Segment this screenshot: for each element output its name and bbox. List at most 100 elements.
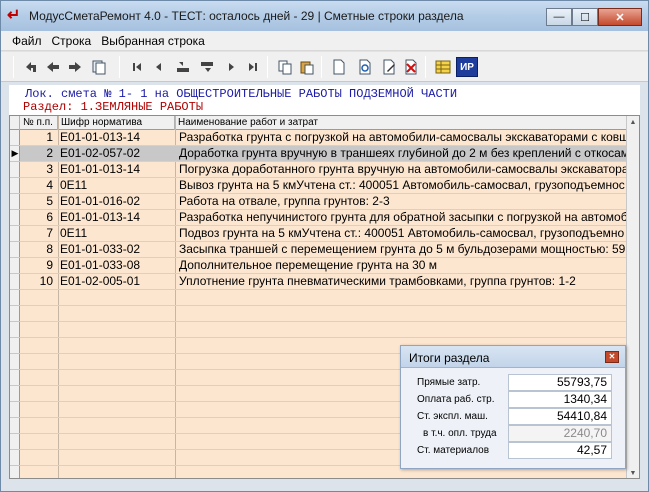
close-button[interactable]: ✕: [598, 8, 642, 26]
row-indicator[interactable]: [10, 338, 20, 354]
row-name: Вывоз грунта на 5 кмУчтена ст.: 400051 А…: [179, 178, 625, 192]
totals-label: Ст. экспл. маш.: [417, 411, 488, 422]
table-row[interactable]: 7 0Е11 Подвоз грунта на 5 кмУчтена ст.: 40…: [20, 226, 627, 242]
arrow-left-icon[interactable]: [43, 57, 63, 77]
vertical-scrollbar[interactable]: ▲ ▼: [626, 116, 639, 478]
row-indicator[interactable]: [10, 306, 20, 322]
row-indicator[interactable]: [10, 434, 20, 450]
row-indicator[interactable]: [10, 210, 20, 226]
totals-label: в т.ч. опл. труда: [423, 428, 497, 439]
copy-icon[interactable]: [275, 57, 295, 77]
current-row-marker-icon[interactable]: ▶: [10, 146, 20, 162]
row-number: 5: [46, 194, 53, 208]
menu-row[interactable]: Строка: [47, 34, 97, 48]
copy-doc-icon[interactable]: [89, 57, 109, 77]
row-indicator[interactable]: [10, 450, 20, 466]
row-name: Работа на отвале, группа грунтов: 2-3: [179, 194, 390, 208]
toolbar-separator: [13, 56, 14, 78]
row-code: Е01-01-016-02: [60, 194, 141, 208]
totals-value: 2240,70: [508, 425, 612, 442]
minimize-button[interactable]: —: [546, 8, 572, 26]
row-code: Е01-01-013-14: [60, 130, 141, 144]
row-indicator[interactable]: [10, 402, 20, 418]
totals-title: Итоги раздела: [409, 351, 490, 365]
row-indicator[interactable]: [10, 258, 20, 274]
totals-title-bar[interactable]: Итоги раздела ✕: [401, 346, 625, 368]
paste-icon[interactable]: [297, 57, 317, 77]
totals-value: 55793,75: [508, 374, 612, 391]
find-doc-icon[interactable]: [355, 57, 375, 77]
estimate-header: Лок. смета № 1- 1 на ОБЩЕСТРОИТЕЛЬНЫЕ РА…: [9, 85, 640, 115]
menu-selected-row[interactable]: Выбранная строка: [96, 34, 210, 48]
next-icon[interactable]: [221, 57, 241, 77]
row-code: Е01-01-033-08: [60, 258, 141, 272]
page-next-icon[interactable]: [197, 57, 217, 77]
row-indicator[interactable]: [10, 370, 20, 386]
row-name: Уплотнение грунта пневматическими трамбо…: [179, 274, 576, 288]
title-bar[interactable]: ↵ МодусСметаРемонт 4.0 - ТЕСТ: осталось …: [1, 1, 648, 31]
toolbar-separator: [321, 56, 322, 78]
row-indicator[interactable]: [10, 162, 20, 178]
delete-doc-icon[interactable]: [401, 57, 421, 77]
row-indicator[interactable]: [10, 242, 20, 258]
header-num[interactable]: № п.п.: [20, 116, 58, 130]
table-row[interactable]: [20, 290, 627, 306]
row-name: Доработка грунта вручную в траншеях глуб…: [179, 146, 627, 160]
scroll-down-icon[interactable]: ▼: [627, 467, 639, 478]
maximize-button[interactable]: ☐: [572, 8, 598, 26]
totals-label: Прямые затр.: [417, 377, 481, 388]
table-row[interactable]: 10 Е01-02-005-01 Уплотнение грунта пневмат…: [20, 274, 627, 290]
row-indicator[interactable]: [10, 194, 20, 210]
table-row[interactable]: [20, 306, 627, 322]
row-indicator[interactable]: [10, 322, 20, 338]
page-prev-icon[interactable]: [173, 57, 193, 77]
table-row[interactable]: 4 0Е11 Вывоз грунта на 5 кмУчтена ст.: 400…: [20, 178, 627, 194]
toolbar-separator: [267, 56, 268, 78]
window-title: МодусСметаРемонт 4.0 - ТЕСТ: осталось дн…: [29, 9, 464, 23]
table-icon[interactable]: [433, 57, 453, 77]
totals-label: Ст. материалов: [417, 445, 490, 456]
totals-label: Оплата раб. стр.: [417, 394, 495, 405]
row-number: 6: [46, 210, 53, 224]
menu-file[interactable]: Файл: [7, 34, 47, 48]
table-row[interactable]: 6 Е01-01-013-14 Разработка непучинистого г…: [20, 210, 627, 226]
toolbar-separator: [119, 56, 120, 78]
menu-bar: Файл Строка Выбранная строка: [1, 31, 648, 51]
row-code: Е01-02-057-02: [60, 146, 141, 160]
ip-icon[interactable]: ИР: [456, 57, 478, 77]
header-code[interactable]: Шифр норматива: [58, 116, 175, 130]
row-indicator[interactable]: [10, 274, 20, 290]
arrow-right-icon[interactable]: [65, 57, 85, 77]
table-row[interactable]: 9 Е01-01-033-08 Дополнительное перемещение…: [20, 258, 627, 274]
row-name: Дополнительное перемещение грунта на 30 …: [179, 258, 438, 272]
table-row[interactable]: 8 Е01-01-033-02 Засыпка траншей с перемеще…: [20, 242, 627, 258]
table-row[interactable]: 1 Е01-01-013-14 Разработка грунта с погруз…: [20, 130, 627, 146]
row-indicator[interactable]: [10, 418, 20, 434]
row-name: Разработка грунта с погрузкой на автомоб…: [179, 130, 627, 144]
row-indicator[interactable]: [10, 130, 20, 146]
row-code: Е01-01-033-02: [60, 242, 141, 256]
close-icon[interactable]: ✕: [605, 351, 619, 363]
toolbar-separator: [425, 56, 426, 78]
row-indicator[interactable]: [10, 178, 20, 194]
table-row[interactable]: 5 Е01-01-016-02 Работа на отвале, группа г…: [20, 194, 627, 210]
row-number: 7: [46, 226, 53, 240]
row-name: Засыпка траншей с перемещением грунта до…: [179, 242, 626, 256]
first-icon[interactable]: [127, 57, 147, 77]
row-indicator[interactable]: [10, 226, 20, 242]
back-arrow-icon[interactable]: [21, 57, 41, 77]
table-row[interactable]: 3 Е01-01-013-14 Погрузка доработанного гру…: [20, 162, 627, 178]
row-name: Погрузка доработанного грунта вручную на…: [179, 162, 627, 176]
prev-icon[interactable]: [149, 57, 169, 77]
row-indicator[interactable]: [10, 290, 20, 306]
last-icon[interactable]: [243, 57, 263, 77]
row-indicator[interactable]: [10, 354, 20, 370]
table-row[interactable]: [20, 322, 627, 338]
scroll-up-icon[interactable]: ▲: [627, 116, 639, 129]
edit-doc-icon[interactable]: [379, 57, 399, 77]
new-doc-icon[interactable]: [329, 57, 349, 77]
row-indicator[interactable]: [10, 386, 20, 402]
app-window: ↵ МодусСметаРемонт 4.0 - ТЕСТ: осталось …: [0, 0, 649, 492]
table-row-selected[interactable]: 2 Е01-02-057-02 Доработка грунта вручную в…: [20, 146, 627, 162]
header-name[interactable]: Наименование работ и затрат: [175, 116, 627, 130]
